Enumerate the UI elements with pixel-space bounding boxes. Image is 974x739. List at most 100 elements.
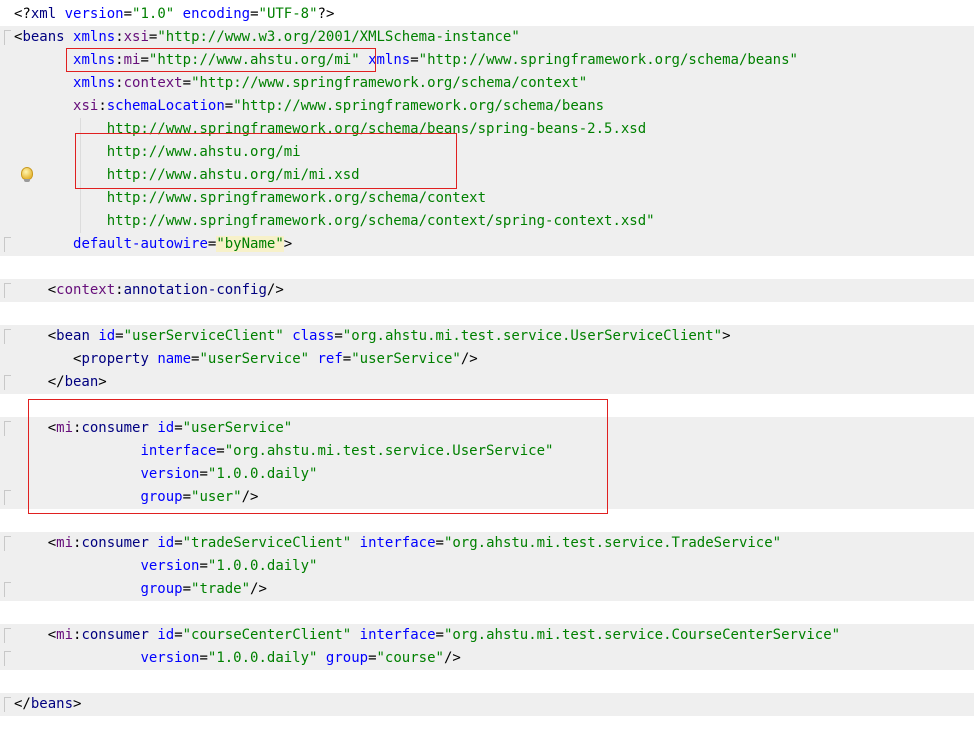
code-line[interactable]: <mi:consumer id="tradeServiceClient" int… [0,532,974,555]
fold-marker-icon[interactable] [4,490,11,505]
token-attr: id [157,535,175,551]
fold-marker-icon[interactable] [4,283,11,298]
fold-marker-icon[interactable] [4,375,11,390]
token-val: "http://www.springframework.org/schema/b… [233,98,605,114]
code-text: xsi:schemaLocation="http://www.springfra… [14,95,604,118]
code-line[interactable]: xsi:schemaLocation="http://www.springfra… [0,95,974,118]
token-attr: class [292,328,335,344]
token-plain: = [174,535,183,551]
token-val: "org.ahstu.mi.test.service.UserServiceCl… [342,328,723,344]
code-line[interactable]: group="trade"/> [0,578,974,601]
token-plain: = [199,650,208,666]
code-text: </bean> [14,371,107,394]
token-tag: consumer [81,535,149,551]
token-ns: mi [56,627,74,643]
code-line[interactable]: version="1.0.0.daily" group="course"/> [0,647,974,670]
code-line[interactable]: http://www.springframework.org/schema/co… [0,210,974,233]
code-text: xmlns:mi="http://www.ahstu.org/mi" xmlns… [14,49,798,72]
fold-marker-icon[interactable] [4,237,11,252]
code-line[interactable] [0,302,974,325]
code-text: http://www.springframework.org/schema/be… [14,118,646,141]
code-line[interactable]: <property name="userService" ref="userSe… [0,348,974,371]
token-val: "org.ahstu.mi.test.service.CourseCenterS… [443,627,841,643]
code-line[interactable]: http://www.springframework.org/schema/be… [0,118,974,141]
token-ns: mi [56,420,74,436]
token-plain: = [435,535,444,551]
token-tag: property [81,351,149,367]
code-line[interactable]: http://www.springframework.org/schema/co… [0,187,974,210]
code-line[interactable]: <mi:consumer id="courseCenterClient" int… [0,624,974,647]
token-plain: : [115,52,124,68]
token-ns: mi [56,535,74,551]
token-plain: : [98,98,107,114]
token-attr: version [64,6,124,22]
code-line[interactable] [0,256,974,279]
code-line[interactable]: group="user"/> [0,486,974,509]
token-plain: = [342,351,352,367]
code-line[interactable]: interface="org.ahstu.mi.test.service.Use… [0,440,974,463]
fold-marker-icon[interactable] [4,651,11,666]
fold-marker-icon[interactable] [4,582,11,597]
code-line[interactable]: <?xml version="1.0" encoding="UTF-8"?> [0,3,974,26]
token-tag: annotation-config [123,282,267,298]
fold-marker-icon[interactable] [4,329,11,344]
fold-marker-icon[interactable] [4,30,11,45]
code-line[interactable]: </beans> [0,693,974,716]
code-line[interactable]: http://www.ahstu.org/mi/mi.xsd [0,164,974,187]
token-plain: : [115,75,124,91]
code-text: <mi:consumer id="userService" [14,417,292,440]
token-val: "userServiceClient" [123,328,284,344]
code-line[interactable]: <mi:consumer id="userService" [0,417,974,440]
code-text: <property name="userService" ref="userSe… [14,348,478,371]
token-val: http://www.ahstu.org/mi/mi.xsd [106,167,360,183]
token-attr: interface [359,627,436,643]
token-attr: id [157,420,175,436]
token-val: "1.0.0.daily" [207,650,318,666]
token-plain: = [216,443,225,459]
token-val: "courseCenterClient" [182,627,352,643]
code-line[interactable]: xmlns:mi="http://www.ahstu.org/mi" xmlns… [0,49,974,72]
fold-marker-icon[interactable] [4,536,11,551]
fold-marker-icon[interactable] [4,628,11,643]
token-val: "course" [376,650,444,666]
fold-marker-icon[interactable] [4,697,11,712]
code-line[interactable]: default-autowire="byName"> [0,233,974,256]
token-val: "trade" [191,581,251,597]
token-bracket: ?> [317,6,335,22]
token-bracket: < [47,282,57,298]
token-bracket: /> [241,489,259,505]
code-line[interactable]: xmlns:context="http://www.springframewor… [0,72,974,95]
token-bracket: < [47,420,57,436]
code-line[interactable]: <context:annotation-config/> [0,279,974,302]
code-line[interactable]: <beans xmlns:xsi="http://www.w3.org/2001… [0,26,974,49]
code-line[interactable] [0,509,974,532]
code-line[interactable]: version="1.0.0.daily" [0,555,974,578]
code-line[interactable]: </bean> [0,371,974,394]
fold-marker-icon[interactable] [4,421,11,436]
code-line[interactable]: version="1.0.0.daily" [0,463,974,486]
token-val: http://www.springframework.org/schema/co… [106,213,655,229]
token-val: "http://www.springframework.org/schema/c… [191,75,588,91]
token-val: http://www.springframework.org/schema/co… [106,190,487,206]
code-line[interactable]: http://www.ahstu.org/mi [0,141,974,164]
code-line[interactable] [0,601,974,624]
code-line[interactable] [0,394,974,417]
code-line[interactable]: <bean id="userServiceClient" class="org.… [0,325,974,348]
code-line[interactable] [0,670,974,693]
token-plain: : [115,29,124,45]
xml-code-editor[interactable]: <?xml version="1.0" encoding="UTF-8"?> <b… [0,0,974,739]
token-bracket: > [73,696,82,712]
